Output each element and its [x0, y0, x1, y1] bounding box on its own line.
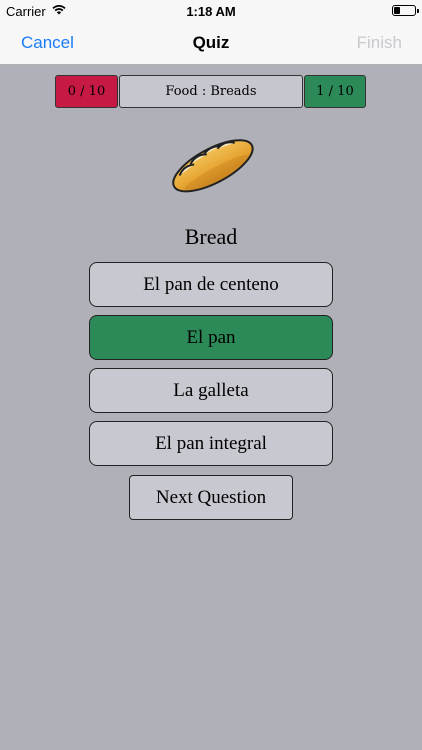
- next-question-button[interactable]: Next Question: [129, 475, 293, 520]
- cancel-button[interactable]: Cancel: [21, 33, 74, 53]
- answer-button-3[interactable]: La galleta: [89, 368, 333, 413]
- answer-button-4[interactable]: El pan integral: [89, 421, 333, 466]
- question-word: Bread: [184, 224, 238, 249]
- category-label: Food : Breads: [119, 75, 303, 108]
- status-bar: Carrier 1:18 AM: [0, 0, 422, 22]
- status-time: 1:18 AM: [186, 4, 236, 19]
- finish-button[interactable]: Finish: [357, 33, 402, 53]
- correct-count-badge: 1 / 10: [304, 75, 366, 108]
- answer-button-1[interactable]: El pan de centeno: [89, 262, 333, 307]
- bread-icon: [166, 132, 258, 196]
- wrong-count-badge: 0 / 10: [55, 75, 118, 108]
- navigation-bar: Cancel Quiz Finish: [0, 22, 422, 65]
- answer-button-2-correct[interactable]: El pan: [89, 315, 333, 360]
- battery-icon: [392, 5, 419, 16]
- score-bar: 0 / 10 Food : Breads 1 / 10: [55, 75, 367, 109]
